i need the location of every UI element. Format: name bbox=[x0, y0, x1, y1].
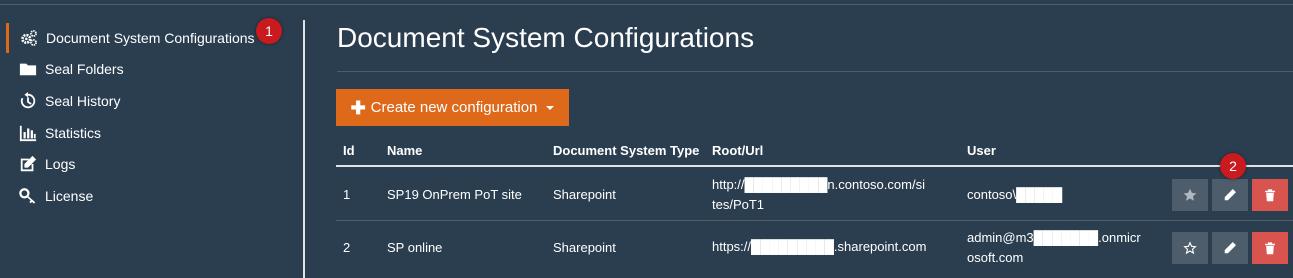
edit-button[interactable] bbox=[1212, 179, 1248, 211]
favorite-button[interactable] bbox=[1172, 179, 1208, 211]
favorite-button[interactable] bbox=[1172, 232, 1208, 264]
sidebar-item-label: Document System Configurations bbox=[46, 30, 255, 46]
cell-user-line: contoso\█████ bbox=[967, 187, 1063, 202]
sidebar-item-label: Seal History bbox=[45, 93, 121, 109]
pencil-icon bbox=[1223, 241, 1237, 255]
cell-type: Sharepoint bbox=[553, 187, 616, 202]
sidebar-item-license[interactable]: License bbox=[6, 181, 296, 211]
history-icon bbox=[18, 92, 38, 110]
bar-chart-icon bbox=[18, 124, 38, 142]
title-divider bbox=[337, 71, 1293, 72]
cell-root-url: http://█████████n.contoso.com/si tes/PoT… bbox=[712, 175, 957, 215]
key-icon bbox=[18, 187, 38, 205]
cell-user: contoso\█████ bbox=[967, 185, 1162, 205]
sidebar: Document System Configurations Seal Fold… bbox=[0, 20, 305, 278]
delete-button[interactable] bbox=[1252, 179, 1288, 211]
trash-icon bbox=[1263, 241, 1277, 255]
star-outline-icon bbox=[1183, 241, 1197, 255]
folder-icon bbox=[18, 60, 38, 78]
star-filled-icon bbox=[1183, 188, 1197, 202]
sidebar-item-document-system-configurations[interactable]: Document System Configurations bbox=[6, 23, 296, 53]
column-header-document-system-type[interactable]: Document System Type bbox=[553, 143, 699, 158]
row-divider bbox=[336, 220, 1293, 221]
column-header-id[interactable]: Id bbox=[343, 143, 355, 158]
edit-button[interactable] bbox=[1212, 232, 1248, 264]
cell-name: SP online bbox=[387, 240, 443, 255]
table-header-divider bbox=[336, 165, 1293, 167]
step-marker-2: 2 bbox=[1220, 153, 1246, 179]
column-header-name[interactable]: Name bbox=[387, 143, 422, 158]
cell-user-line: admin@m3███████.onmicr bbox=[967, 230, 1141, 245]
sidebar-item-seal-history[interactable]: Seal History bbox=[6, 86, 296, 116]
cell-root-url-line: tes/PoT1 bbox=[712, 197, 765, 212]
top-rule bbox=[0, 4, 1293, 5]
sidebar-item-label: Logs bbox=[45, 156, 76, 172]
cell-user-line: osoft.com bbox=[967, 250, 1024, 265]
sidebar-item-statistics[interactable]: Statistics bbox=[6, 118, 296, 148]
create-configuration-label: Create new configuration bbox=[370, 99, 538, 116]
caret-down-icon bbox=[546, 105, 555, 110]
cell-user: admin@m3███████.onmicr osoft.com bbox=[967, 228, 1162, 268]
trash-icon bbox=[1263, 188, 1277, 202]
sidebar-item-label: Statistics bbox=[45, 125, 102, 141]
cogs-icon bbox=[19, 29, 39, 47]
page-title: Document System Configurations bbox=[337, 22, 755, 53]
column-header-user[interactable]: User bbox=[967, 143, 996, 158]
cell-root-url-line: https://█████████.sharepoint.com bbox=[712, 239, 927, 254]
cell-name: SP19 OnPrem PoT site bbox=[387, 187, 522, 202]
create-configuration-button[interactable]: ✚ Create new configuration bbox=[336, 89, 569, 126]
sidebar-item-seal-folders[interactable]: Seal Folders bbox=[6, 54, 296, 84]
sidebar-divider bbox=[303, 20, 305, 278]
column-header-root-url[interactable]: Root/Url bbox=[712, 143, 763, 158]
step-marker-1: 1 bbox=[256, 18, 282, 44]
sidebar-item-label: Seal Folders bbox=[45, 61, 124, 77]
delete-button[interactable] bbox=[1252, 232, 1288, 264]
cell-id: 1 bbox=[343, 187, 351, 202]
pencil-icon bbox=[1223, 188, 1237, 202]
cell-root-url: https://█████████.sharepoint.com bbox=[712, 237, 957, 257]
sidebar-item-label: License bbox=[45, 188, 94, 204]
cell-id: 2 bbox=[343, 240, 351, 255]
plus-icon: ✚ bbox=[350, 97, 366, 118]
cell-type: Sharepoint bbox=[553, 240, 616, 255]
edit-icon bbox=[18, 155, 38, 173]
sidebar-item-logs[interactable]: Logs bbox=[6, 149, 296, 179]
cell-root-url-line: http://█████████n.contoso.com/si bbox=[712, 177, 925, 192]
